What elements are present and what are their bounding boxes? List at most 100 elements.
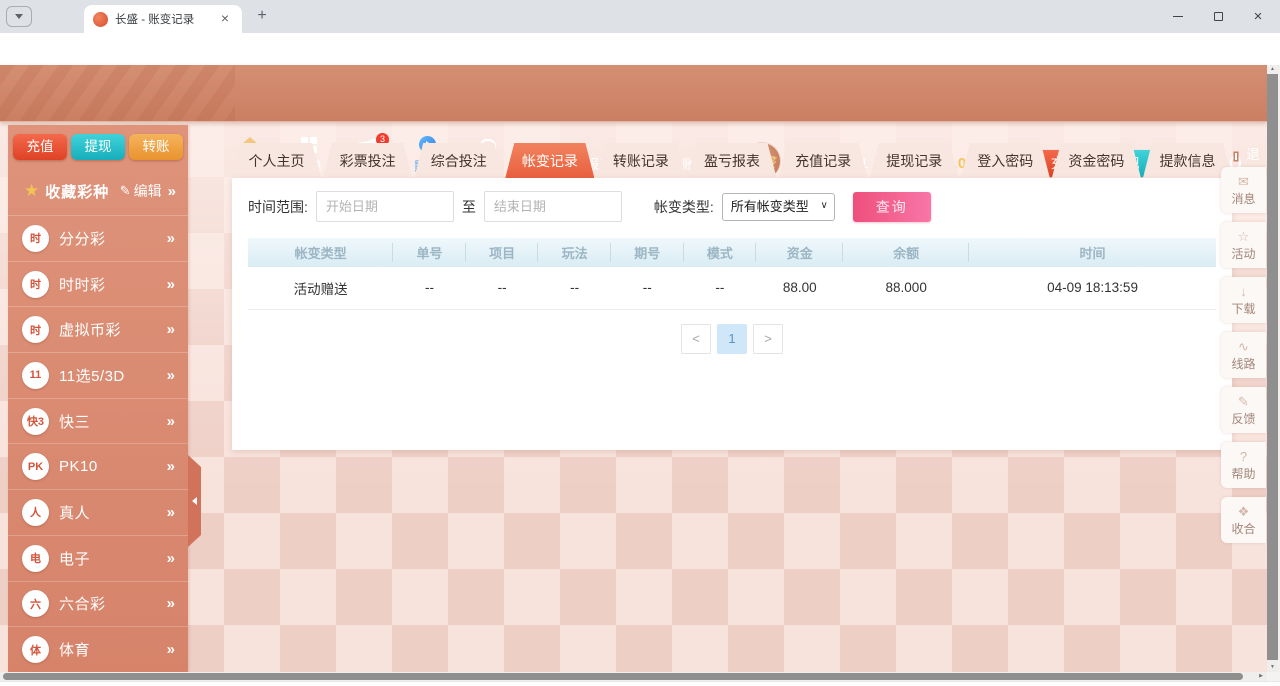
window-close-button[interactable] [1238, 0, 1278, 33]
cell-order-no: -- [393, 267, 466, 309]
site-favicon [93, 12, 108, 27]
col-mode: 模式 [684, 238, 757, 267]
tab-personal-home[interactable]: 个人主页 [232, 143, 321, 178]
cell-funds: 88.00 [756, 267, 843, 309]
toolbar-item-feedback[interactable]: ✎ 反馈 [1221, 387, 1266, 433]
toolbar-label: 帮助 [1231, 465, 1255, 482]
chevron-right-icon [167, 595, 175, 612]
col-issue-no: 期号 [611, 238, 684, 267]
toolbar-label: 线路 [1231, 355, 1255, 372]
dice-icon: 快3 [22, 408, 49, 435]
horizontal-scrollbar-thumb[interactable] [3, 673, 1243, 680]
person-icon: 人 [22, 499, 49, 526]
clock-lottery-icon: 时 [22, 225, 49, 252]
star-circle-icon: ☆ [1238, 229, 1250, 244]
tab-account-change[interactable]: 帐变记录 [505, 143, 594, 178]
toolbar-label: 反馈 [1231, 410, 1255, 427]
sidebar-item-sports[interactable]: 体 体育 [8, 626, 188, 672]
chevron-right-icon [167, 367, 175, 384]
tab-close-icon[interactable] [217, 11, 233, 27]
scroll-up-arrow[interactable] [1267, 65, 1278, 74]
sidebar-item-shishicai[interactable]: 时 时时彩 [8, 261, 188, 307]
sidebar-item-fenfencai[interactable]: 时 分分彩 [8, 215, 188, 261]
toolbar-item-messages[interactable]: ✉ 消息 [1221, 167, 1266, 213]
help-icon: ? [1240, 449, 1247, 464]
sidebar-withdraw-button[interactable]: 提现 [71, 134, 125, 160]
cell-balance: 88.000 [843, 267, 969, 309]
next-page-button[interactable]: > [753, 324, 783, 354]
sidebar-quick-buttons: 充值 提现 转账 [8, 125, 188, 167]
tiles-icon: 11 [22, 362, 49, 389]
col-balance: 余额 [843, 238, 969, 267]
toolbar-item-collapse[interactable]: ❖ 收合 [1221, 497, 1266, 543]
window-minimize-button[interactable] [1158, 0, 1198, 33]
chevron-right-icon [167, 276, 175, 293]
sidebar-item-slots[interactable]: 电 电子 [8, 535, 188, 581]
tab-withdraw-records[interactable]: 提现记录 [870, 143, 959, 178]
feedback-icon: ✎ [1238, 394, 1249, 409]
col-funds: 资金 [756, 238, 843, 267]
chevron-right-icon [167, 230, 175, 247]
window-controls [1158, 0, 1278, 33]
tab-login-password[interactable]: 登入密码 [961, 143, 1050, 178]
cell-mode: -- [684, 267, 757, 309]
sidebar-collapse-handle[interactable] [188, 455, 201, 547]
chevron-right-icon [167, 550, 175, 567]
toolbar-item-help[interactable]: ? 帮助 [1221, 442, 1266, 488]
sidebar-item-mark6[interactable]: 六 六合彩 [8, 581, 188, 627]
sidebar-item-pk10[interactable]: PK PK10 [8, 443, 188, 489]
site-header: 长盛 首页 菜单 3 公告 影音 客服 盈亏报表 彩票投注 [0, 65, 1267, 122]
sidebar-item-11x5-3d[interactable]: 11 11选5/3D [8, 352, 188, 398]
sidebar-item-label: 真人 [59, 502, 157, 523]
prev-page-button[interactable]: < [681, 324, 711, 354]
sidebar-item-label: 体育 [59, 639, 157, 660]
chevron-right-icon [167, 413, 175, 430]
toolbar-item-activities[interactable]: ☆ 活动 [1221, 222, 1266, 268]
square-icon: 六 [22, 590, 49, 617]
sidebar-item-label: 电子 [59, 548, 157, 569]
sidebar-item-live-casino[interactable]: 人 真人 [8, 489, 188, 535]
scroll-down-arrow[interactable] [1267, 663, 1278, 672]
browser-tab[interactable]: 长盛 - 账变记录 [84, 5, 242, 33]
toolbar-item-lines[interactable]: ∿ 线路 [1221, 332, 1266, 378]
change-type-select[interactable]: 所有帐变类型 [722, 193, 835, 221]
change-type-label: 帐变类型: [654, 197, 714, 217]
cell-issue-no: -- [611, 267, 684, 309]
minimize-icon [1173, 16, 1183, 17]
tab-transfer-records[interactable]: 转账记录 [596, 143, 685, 178]
change-type-select-wrap: 所有帐变类型 [722, 193, 835, 221]
search-button[interactable]: 查询 [853, 192, 931, 222]
start-date-input[interactable] [316, 191, 454, 222]
favorites-row[interactable]: 收藏彩种 编辑 [8, 167, 188, 215]
tab-search-dropdown-button[interactable] [6, 6, 32, 27]
tab-profit-report[interactable]: 盈亏报表 [687, 143, 776, 178]
window-maximize-button[interactable] [1198, 0, 1238, 33]
tab-withdrawal-info[interactable]: 提款信息 [1143, 143, 1232, 178]
sidebar-item-kuai3[interactable]: 快3 快三 [8, 398, 188, 444]
toolbar-label: 收合 [1231, 520, 1255, 537]
sidebar-item-label: 时时彩 [59, 274, 157, 295]
horizontal-scrollbar [0, 672, 1267, 681]
route-icon: ∿ [1238, 339, 1249, 354]
col-change-type: 帐变类型 [248, 238, 393, 267]
toolbar-label: 消息 [1231, 190, 1255, 207]
tab-funds-password[interactable]: 资金密码 [1052, 143, 1141, 178]
tab-combined-bets[interactable]: 综合投注 [414, 143, 503, 178]
to-label: 至 [462, 197, 476, 217]
toolbar-item-download[interactable]: ↓ 下载 [1221, 277, 1266, 323]
filter-row: 时间范围: 至 帐变类型: 所有帐变类型 查询 [232, 178, 1232, 234]
page-1-button[interactable]: 1 [717, 324, 747, 354]
end-date-input[interactable] [484, 191, 622, 222]
col-order-no: 单号 [393, 238, 466, 267]
scroll-right-arrow[interactable] [1259, 672, 1263, 681]
sidebar-item-crypto-lottery[interactable]: 时 虚拟币彩 [8, 306, 188, 352]
side-toolbar: ✉ 消息 ☆ 活动 ↓ 下载 ∿ 线路 ✎ 反馈 ? 帮助 ❖ 收合 [1221, 167, 1266, 543]
edit-label: 编辑 [134, 181, 162, 201]
new-tab-button[interactable] [252, 7, 272, 27]
sidebar-recharge-button[interactable]: 充值 [13, 134, 67, 160]
sidebar-transfer-button[interactable]: 转账 [129, 134, 183, 160]
vertical-scrollbar-thumb[interactable] [1267, 74, 1278, 660]
tab-deposit-records[interactable]: 充值记录 [779, 143, 868, 178]
tab-lottery-bets[interactable]: 彩票投注 [323, 143, 412, 178]
edit-favorites-button[interactable]: 编辑 [120, 181, 162, 201]
